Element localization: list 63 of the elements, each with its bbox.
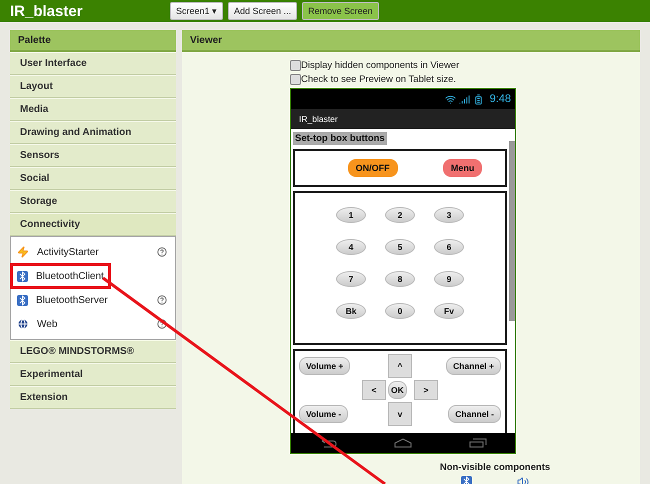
back-icon[interactable] xyxy=(319,438,338,448)
palette-category[interactable]: LEGO® MINDSTORMS® xyxy=(10,340,176,363)
palette-category[interactable]: Drawing and Animation xyxy=(10,121,176,144)
remote-button[interactable]: ON/OFF xyxy=(348,159,398,177)
keypad-button[interactable]: 5 xyxy=(385,239,415,255)
globe-icon xyxy=(17,318,29,330)
keypad-button[interactable]: 7 xyxy=(336,271,366,287)
keypad-button[interactable]: 9 xyxy=(434,271,464,287)
help-icon[interactable] xyxy=(157,247,167,257)
recents-icon[interactable] xyxy=(468,438,487,448)
palette-category[interactable]: Social xyxy=(10,167,176,190)
project-title: IR_blaster xyxy=(10,2,84,20)
keypad-button[interactable]: 2 xyxy=(385,207,415,223)
keypad-button[interactable]: Bk xyxy=(336,303,366,319)
palette-category[interactable]: Sensors xyxy=(10,144,176,167)
option-checkbox[interactable]: Check to see Preview on Tablet size. xyxy=(290,72,456,86)
viewer-header: Viewer xyxy=(182,30,640,52)
direction-button[interactable]: ^ xyxy=(388,354,412,378)
app-title-bar: IR_blaster xyxy=(291,109,515,129)
direction-button[interactable]: < xyxy=(362,380,386,400)
help-icon[interactable] xyxy=(157,295,167,305)
palette-category[interactable]: Media xyxy=(10,98,176,121)
remote-button[interactable]: Volume - xyxy=(299,405,348,423)
palette-category[interactable]: User Interface xyxy=(10,52,176,75)
toolbar-button[interactable]: Add Screen ... xyxy=(228,2,298,20)
keypad-button[interactable]: 8 xyxy=(385,271,415,287)
palette-category[interactable]: Extension xyxy=(10,386,176,409)
keypad-button[interactable]: 6 xyxy=(434,239,464,255)
clock-text: 9:48 xyxy=(490,93,511,105)
bluetooth-icon xyxy=(17,294,28,306)
screen-dropdown[interactable]: Screen1 ▾ xyxy=(170,2,224,20)
palette-category[interactable]: Experimental xyxy=(10,363,176,386)
palette-item[interactable]: BluetoothServer xyxy=(11,288,175,312)
direction-button[interactable]: > xyxy=(414,380,438,400)
scrollbar-thumb[interactable] xyxy=(509,141,515,321)
lightning-icon xyxy=(17,246,29,258)
keypad-button[interactable]: 0 xyxy=(385,303,415,319)
keypad-button[interactable]: 1 xyxy=(336,207,366,223)
non-visible-title: Non-visible components xyxy=(440,462,550,473)
home-icon[interactable] xyxy=(394,438,412,448)
ok-button[interactable]: OK xyxy=(388,381,407,399)
remote-button[interactable]: Volume + xyxy=(299,357,350,375)
keypad-button[interactable]: Fv xyxy=(434,303,464,319)
remote-button[interactable]: Menu xyxy=(442,159,482,177)
toolbar-button[interactable]: Remove Screen xyxy=(302,2,379,20)
wifi-icon xyxy=(444,94,456,104)
palette-category[interactable]: Layout xyxy=(10,75,176,98)
section-label: Set-top box buttons xyxy=(293,132,387,145)
keypad-button[interactable]: 3 xyxy=(434,207,464,223)
bluetooth-icon xyxy=(17,270,28,282)
direction-button[interactable]: v xyxy=(388,402,412,426)
battery-icon xyxy=(472,94,484,104)
palette-category[interactable]: Connectivity xyxy=(10,213,176,236)
palette-item[interactable]: BluetoothClient xyxy=(11,264,110,288)
palette-item[interactable]: ActivityStarter xyxy=(11,240,175,264)
help-icon[interactable] xyxy=(157,319,167,329)
palette-item[interactable]: Web xyxy=(11,312,175,336)
remote-button[interactable]: Channel + xyxy=(446,357,501,375)
remote-button[interactable]: Channel - xyxy=(448,405,501,423)
option-checkbox[interactable]: Display hidden components in Viewer xyxy=(290,58,460,72)
palette-category[interactable]: Storage xyxy=(10,190,176,213)
keypad-button[interactable]: 4 xyxy=(336,239,366,255)
palette-header: Palette xyxy=(10,30,176,52)
